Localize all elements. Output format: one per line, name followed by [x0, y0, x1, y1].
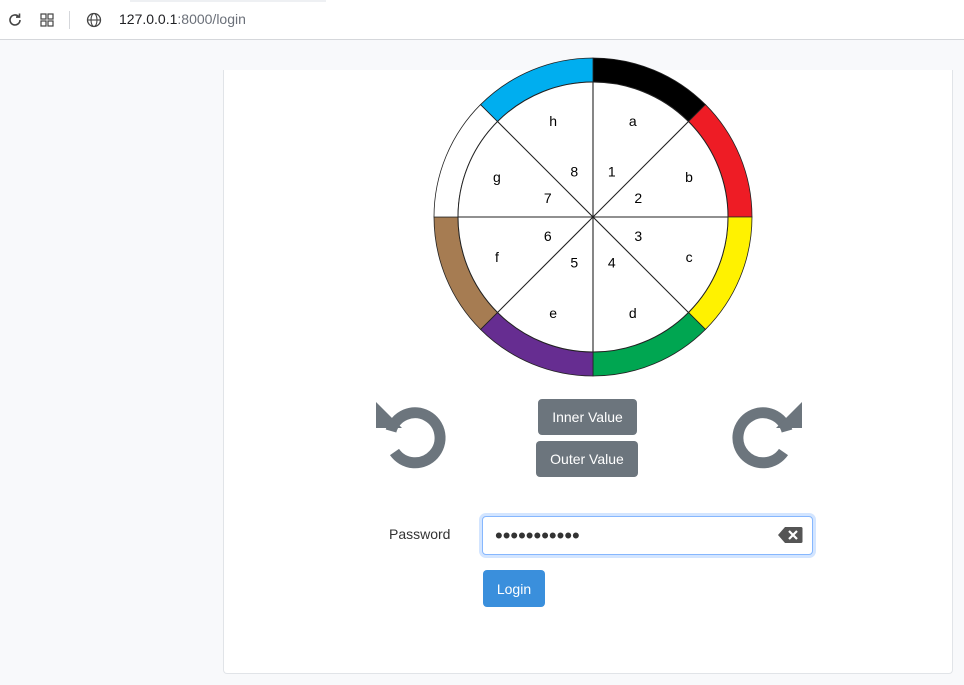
sector-letter-g: g — [493, 169, 501, 185]
sector-number-5: 5 — [570, 254, 578, 270]
sector-letter-e: e — [549, 305, 557, 321]
sector-letter-f: f — [495, 249, 499, 265]
sector-letter-a: a — [629, 113, 637, 129]
rotate-clockwise-icon[interactable] — [728, 398, 804, 474]
url-host: 127.0.0.1 — [119, 11, 178, 27]
sector-number-6: 6 — [544, 228, 552, 244]
sector-letter-d: d — [629, 305, 637, 321]
sector-letter-h: h — [549, 113, 557, 129]
browser-toolbar: 127.0.0.1:8000/login — [0, 0, 964, 40]
outer-value-button[interactable]: Outer Value — [536, 441, 638, 477]
sector-letter-c: c — [686, 249, 693, 265]
tab-strip — [130, 0, 326, 2]
login-button[interactable]: Login — [483, 570, 545, 607]
tab-grid-icon[interactable] — [37, 10, 57, 30]
backspace-clear-icon[interactable] — [777, 526, 803, 544]
color-wheel[interactable]: a 1 b 2 c 3 d 4 e 5 f 6 g 7 h 8 — [432, 56, 754, 378]
sector-number-1: 1 — [608, 164, 616, 180]
sector-number-8: 8 — [570, 164, 578, 180]
reload-icon[interactable] — [5, 10, 25, 30]
sector-letter-b: b — [685, 169, 693, 185]
sector-number-2: 2 — [634, 190, 642, 206]
site-info-globe-icon[interactable] — [84, 10, 104, 30]
sector-number-3: 3 — [634, 228, 642, 244]
password-label: Password — [389, 526, 451, 542]
password-field[interactable] — [482, 516, 813, 555]
address-bar[interactable]: 127.0.0.1:8000/login — [119, 11, 246, 27]
sector-number-4: 4 — [608, 254, 616, 270]
sector-number-7: 7 — [544, 190, 552, 206]
toolbar-divider — [69, 11, 70, 29]
url-path: :8000/login — [177, 11, 246, 27]
rotate-counterclockwise-icon[interactable] — [374, 398, 450, 474]
inner-value-button[interactable]: Inner Value — [538, 399, 637, 435]
